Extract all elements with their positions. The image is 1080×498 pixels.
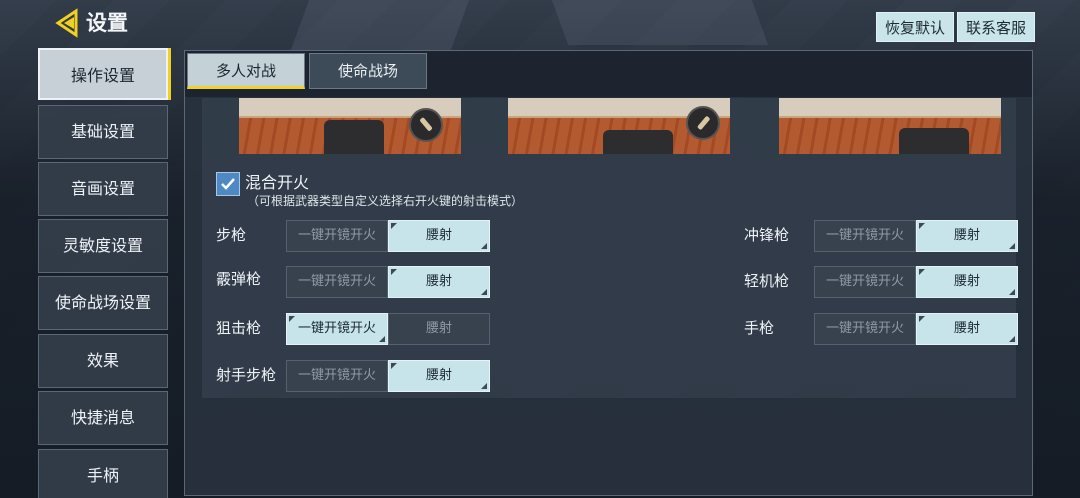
tab-multiplayer[interactable]: 多人对战 — [187, 53, 305, 89]
checkmark-icon — [221, 178, 235, 190]
weapon-label-shotgun: 霰弹枪 — [216, 270, 262, 288]
contact-support-button[interactable]: 联系客服 — [957, 12, 1036, 42]
fire-mode-selector-pistol: 一键开镜开火 腰射 — [814, 313, 1018, 345]
page-title: 设置 — [86, 11, 128, 35]
option-hip-fire[interactable]: 腰射 — [388, 313, 490, 345]
option-ads-fire[interactable]: 一键开镜开火 — [286, 266, 388, 298]
weapon-label-pistol: 手枪 — [744, 319, 775, 337]
weapon-label-rifle: 步枪 — [216, 226, 247, 244]
weapon-label-sniper: 狙击枪 — [216, 319, 262, 337]
back-arrow-icon — [55, 8, 78, 38]
sidebar-item-controls[interactable]: 操作设置 — [38, 48, 168, 100]
fire-mode-selector-smg: 一键开镜开火 腰射 — [814, 220, 1018, 252]
fire-mode-selector-rifle: 一键开镜开火 腰射 — [286, 220, 490, 252]
weapon-label-smg: 冲锋枪 — [744, 226, 790, 244]
back-button[interactable] — [54, 8, 84, 38]
mixed-fire-checkbox[interactable] — [216, 172, 240, 196]
bullet-icon — [686, 106, 720, 140]
fire-mode-preview-3 — [779, 98, 1001, 154]
option-hip-fire[interactable]: 腰射 — [388, 220, 490, 252]
option-ads-fire[interactable]: 一键开镜开火 — [286, 313, 388, 345]
option-hip-fire[interactable]: 腰射 — [388, 266, 490, 298]
option-hip-fire[interactable]: 腰射 — [916, 220, 1018, 252]
sidebar-item-battle-royale[interactable]: 使命战场设置 — [38, 276, 168, 330]
sidebar-item-audio-video[interactable]: 音画设置 — [38, 162, 168, 216]
option-ads-fire[interactable]: 一键开镜开火 — [286, 360, 388, 392]
fire-mode-preview-2 — [508, 98, 730, 154]
sidebar-item-effects[interactable]: 效果 — [38, 334, 168, 388]
sidebar-item-basic[interactable]: 基础设置 — [38, 105, 168, 159]
fire-mode-selector-sniper: 一键开镜开火 腰射 — [286, 313, 490, 345]
sidebar-item-sensitivity[interactable]: 灵敏度设置 — [38, 219, 168, 273]
bullet-icon — [409, 108, 443, 142]
mixed-fire-label: 混合开火 — [245, 173, 310, 192]
mixed-fire-description: （可根据武器类型自定义选择右开火键的射击模式） — [247, 194, 524, 208]
fire-mode-selector-shotgun: 一键开镜开火 腰射 — [286, 266, 490, 298]
option-ads-fire[interactable]: 一键开镜开火 — [286, 220, 388, 252]
option-ads-fire[interactable]: 一键开镜开火 — [814, 220, 916, 252]
fire-mode-preview-1 — [239, 98, 461, 154]
weapon-label-marksman-rifle: 射手步枪 — [216, 366, 277, 384]
background-shape — [551, 0, 769, 45]
background-shape — [290, 0, 470, 50]
sidebar-item-controller[interactable]: 手柄 — [38, 449, 168, 498]
sidebar-item-quick-messages[interactable]: 快捷消息 — [38, 391, 168, 445]
fire-mode-selector-lmg: 一键开镜开火 腰射 — [814, 266, 1018, 298]
weapon-label-lmg: 轻机枪 — [744, 272, 790, 290]
option-ads-fire[interactable]: 一键开镜开火 — [814, 266, 916, 298]
fire-mode-selector-marksman-rifle: 一键开镜开火 腰射 — [286, 360, 490, 392]
option-hip-fire[interactable]: 腰射 — [388, 360, 490, 392]
option-hip-fire[interactable]: 腰射 — [916, 313, 1018, 345]
option-hip-fire[interactable]: 腰射 — [916, 266, 1018, 298]
tab-battle-royale[interactable]: 使命战场 — [309, 53, 427, 89]
option-ads-fire[interactable]: 一键开镜开火 — [814, 313, 916, 345]
restore-default-button[interactable]: 恢复默认 — [876, 12, 955, 42]
